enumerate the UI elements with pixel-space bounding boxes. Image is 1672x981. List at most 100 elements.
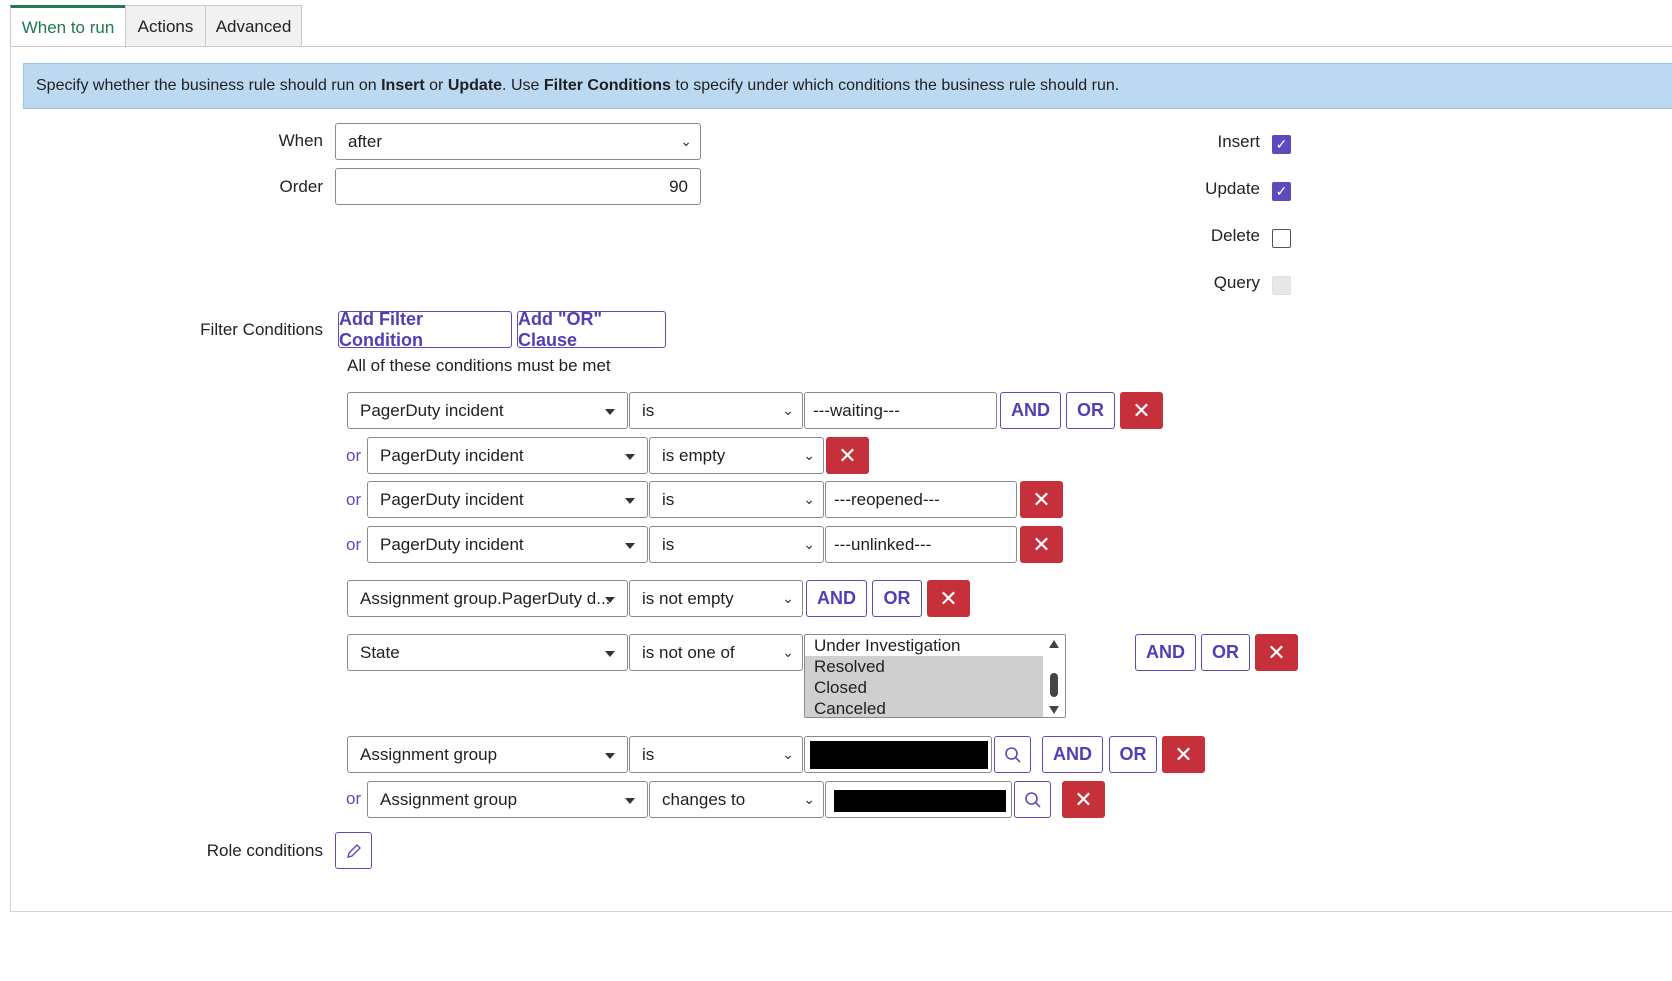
delete-condition-button[interactable]: ✕ — [1120, 392, 1163, 429]
condition-field-select[interactable]: Assignment group.PagerDuty d... — [347, 580, 628, 617]
and-button[interactable]: AND — [1042, 736, 1103, 773]
order-input[interactable]: 90 — [335, 168, 701, 205]
edit-role-conditions-button[interactable] — [335, 832, 372, 869]
condition-field-select[interactable]: PagerDuty incident — [347, 392, 628, 429]
order-label: Order — [279, 177, 323, 196]
condition-value-input[interactable]: ---unlinked--- — [825, 526, 1017, 563]
listbox-scrollbar[interactable] — [1043, 635, 1065, 717]
update-label: Update — [1205, 179, 1260, 198]
condition-value-input[interactable]: ---reopened--- — [825, 481, 1017, 518]
search-icon — [1024, 791, 1041, 808]
chevron-down-icon: ⌄ — [782, 644, 794, 660]
info-filter: Filter Conditions — [543, 77, 671, 94]
insert-label: Insert — [1217, 132, 1260, 151]
condition-operator-select[interactable]: is ⌄ — [629, 736, 803, 773]
or-prefix: or — [346, 446, 362, 465]
or-prefix: or — [346, 789, 362, 808]
all-conditions-text: All of these conditions must be met — [347, 356, 611, 375]
condition-operator-select[interactable]: is ⌄ — [649, 526, 824, 563]
or-button[interactable]: OR — [872, 580, 922, 617]
condition-field-select[interactable]: PagerDuty incident — [367, 526, 648, 563]
condition-field-select[interactable]: State — [347, 634, 628, 671]
condition-operator-select[interactable]: is empty ⌄ — [649, 437, 824, 474]
condition-field-select[interactable]: Assignment group — [347, 736, 628, 773]
pencil-icon — [346, 843, 361, 858]
condition-operator-select[interactable]: is not empty ⌄ — [629, 580, 803, 617]
or-button[interactable]: OR — [1201, 634, 1250, 671]
delete-condition-button[interactable]: ✕ — [1062, 781, 1105, 818]
delete-condition-button[interactable]: ✕ — [826, 437, 869, 474]
and-button[interactable]: AND — [1000, 392, 1061, 429]
or-button[interactable]: OR — [1109, 736, 1157, 773]
or-prefix: or — [346, 535, 362, 554]
tab-when-to-run[interactable]: When to run — [10, 5, 126, 48]
lookup-button[interactable] — [1014, 781, 1051, 818]
operator-value: is — [642, 744, 655, 764]
query-checkbox — [1272, 276, 1291, 295]
when-value: after — [348, 131, 383, 151]
when-select[interactable]: after ⌄ — [335, 123, 701, 160]
delete-condition-button[interactable]: ✕ — [1020, 526, 1063, 563]
redacted-value — [810, 741, 988, 769]
state-option[interactable]: Closed — [805, 677, 1043, 698]
state-multiselect[interactable]: Under Investigation Resolved Closed Canc… — [804, 634, 1066, 718]
caret-down-icon — [605, 753, 615, 759]
value-text: ---reopened--- — [834, 489, 940, 509]
condition-field-select[interactable]: PagerDuty incident — [367, 437, 648, 474]
state-option[interactable]: Resolved — [805, 656, 1043, 677]
tab-label: Actions — [137, 16, 194, 36]
value-text: ---waiting--- — [813, 400, 900, 420]
and-button[interactable]: AND — [806, 580, 867, 617]
delete-condition-button[interactable]: ✕ — [1255, 634, 1298, 671]
delete-condition-button[interactable]: ✕ — [927, 580, 970, 617]
close-icon: ✕ — [1032, 486, 1051, 512]
reference-input[interactable] — [804, 736, 992, 773]
field-value: Assignment group — [360, 744, 498, 764]
close-icon: ✕ — [1174, 741, 1193, 767]
operator-value: is — [662, 489, 675, 509]
operator-value: is — [662, 534, 675, 554]
tab-label: Advanced — [215, 16, 292, 36]
chevron-down-icon: ⌄ — [782, 590, 794, 606]
lookup-button[interactable] — [994, 736, 1031, 773]
or-prefix: or — [346, 490, 362, 509]
tab-actions[interactable]: Actions — [125, 5, 206, 47]
caret-down-icon — [625, 543, 635, 549]
add-filter-condition-button[interactable]: Add Filter Condition — [338, 309, 512, 350]
chevron-down-icon: ⌄ — [782, 402, 794, 418]
condition-field-select[interactable]: Assignment group — [367, 781, 648, 818]
condition-operator-select[interactable]: is ⌄ — [649, 481, 824, 518]
delete-condition-button[interactable]: ✕ — [1020, 481, 1063, 518]
condition-operator-select[interactable]: is not one of ⌄ — [629, 634, 803, 671]
field-value: State — [360, 642, 400, 662]
update-checkbox[interactable]: ✓ — [1272, 182, 1291, 201]
condition-operator-select[interactable]: changes to ⌄ — [649, 781, 824, 818]
delete-condition-button[interactable]: ✕ — [1162, 736, 1205, 773]
field-value: PagerDuty incident — [380, 534, 524, 554]
field-value: Assignment group — [380, 789, 518, 809]
delete-checkbox[interactable] — [1272, 229, 1291, 248]
state-option[interactable]: Canceled — [805, 698, 1043, 717]
info-text: Specify whether the business rule should… — [36, 77, 377, 94]
condition-value-input[interactable]: ---waiting--- — [804, 392, 997, 429]
operator-value: is not empty — [642, 588, 734, 608]
operator-value: is — [642, 400, 655, 420]
redacted-value — [834, 790, 1006, 812]
state-option[interactable]: Under Investigation — [805, 635, 1043, 656]
caret-down-icon — [625, 454, 635, 460]
order-value: 90 — [669, 176, 688, 196]
operator-value: is empty — [662, 445, 726, 465]
or-button[interactable]: OR — [1066, 392, 1115, 429]
condition-field-select[interactable]: PagerDuty incident — [367, 481, 648, 518]
field-value: PagerDuty incident — [360, 400, 504, 420]
insert-checkbox[interactable]: ✓ — [1272, 135, 1291, 154]
filter-conditions-label: Filter Conditions — [200, 320, 323, 339]
reference-input[interactable] — [825, 781, 1012, 818]
operator-value: is not one of — [642, 642, 735, 662]
field-value: Assignment group.PagerDuty d... — [360, 588, 611, 608]
and-button[interactable]: AND — [1135, 634, 1196, 671]
add-or-clause-button[interactable]: Add "OR" Clause — [517, 309, 666, 350]
caret-down-icon — [605, 651, 615, 657]
tab-advanced[interactable]: Advanced — [205, 5, 302, 47]
condition-operator-select[interactable]: is ⌄ — [629, 392, 803, 429]
